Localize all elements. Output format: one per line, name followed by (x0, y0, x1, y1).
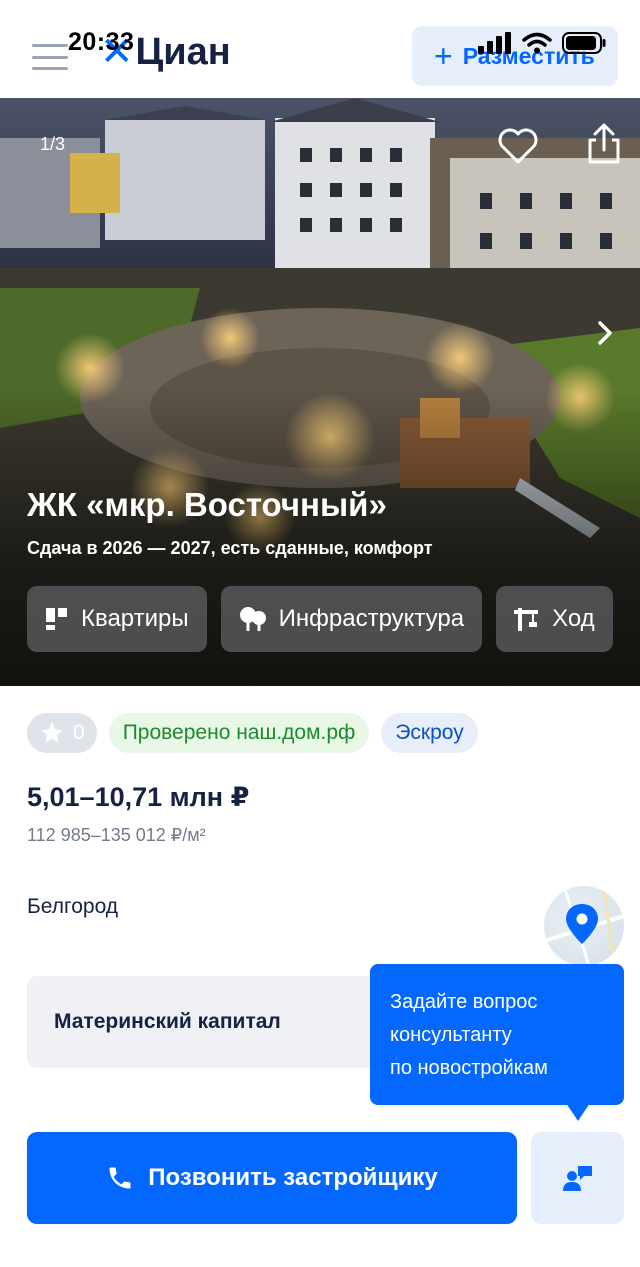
rating-value: 0 (73, 721, 85, 744)
badges-row: 0 Проверено наш.дом.рф Эскроу (27, 713, 478, 753)
plus-icon: + (434, 38, 453, 74)
top-header: 20:33 ✕ Циан + Разместить (0, 0, 640, 98)
maternity-capital-card[interactable]: Материнский капитал (27, 976, 427, 1068)
wifi-icon (522, 32, 552, 54)
rating-badge[interactable]: 0 (27, 713, 97, 753)
hero-chips: Квартиры Инфраструктура Ход (27, 586, 613, 652)
consultant-chat-button[interactable] (531, 1132, 624, 1224)
map-pin-icon (544, 886, 624, 966)
menu-bar (32, 44, 68, 47)
logo-text: Циан (135, 31, 231, 73)
status-time: 20:33 (68, 28, 135, 56)
consultant-icon (562, 1166, 592, 1191)
grid-icon (46, 608, 67, 630)
consultant-tooltip[interactable]: Задайте вопрос консультанту по новострой… (370, 964, 624, 1105)
menu-bar (32, 55, 68, 59)
chip-label: Инфраструктура (278, 605, 465, 632)
signal-icon (478, 32, 511, 54)
battery-icon (562, 32, 606, 54)
tooltip-line: по новостройкам (390, 1057, 548, 1079)
chip-infrastructure[interactable]: Инфраструктура (220, 586, 483, 652)
price-per-m2: 112 985–135 012 ₽/м² (27, 825, 206, 845)
menu-bar (32, 67, 68, 70)
share-icon[interactable] (584, 122, 624, 166)
chip-construction-progress[interactable]: Ход (496, 586, 613, 652)
hero-gallery[interactable]: 1/3 ЖК «мкр. Восточный» Сдача в 2026 — 2… (0, 98, 640, 686)
city-label: Белгород (27, 895, 119, 918)
photo-counter: 1/3 (40, 134, 66, 154)
menu-button[interactable] (32, 44, 68, 70)
call-developer-button[interactable]: Позвонить застройщику (27, 1132, 517, 1224)
escrow-badge[interactable]: Эскроу (381, 713, 478, 753)
verified-badge[interactable]: Проверено наш.дом.рф (108, 713, 370, 753)
chevron-right-icon[interactable] (592, 318, 618, 348)
feature-label: Материнский капитал (54, 1010, 281, 1033)
chip-apartments[interactable]: Квартиры (27, 586, 207, 652)
chip-label: Ход (552, 605, 595, 632)
status-icons (478, 32, 606, 54)
tooltip-line: Задайте вопрос (390, 991, 538, 1013)
crane-icon (514, 608, 539, 631)
trees-icon (239, 607, 266, 631)
chip-label: Квартиры (81, 605, 189, 632)
price-range: 5,01–10,71 млн ₽ (27, 782, 250, 812)
complex-subtitle: Сдача в 2026 — 2027, есть сданные, комфо… (27, 538, 433, 558)
tooltip-arrow (566, 1103, 590, 1121)
phone-icon (109, 1167, 131, 1189)
heart-icon[interactable] (496, 124, 540, 168)
tooltip-line: консультанту (390, 1024, 512, 1046)
star-icon (41, 722, 63, 743)
map-thumbnail[interactable] (544, 886, 624, 966)
complex-title: ЖК «мкр. Восточный» (27, 486, 387, 523)
call-label: Позвонить застройщику (148, 1164, 438, 1191)
